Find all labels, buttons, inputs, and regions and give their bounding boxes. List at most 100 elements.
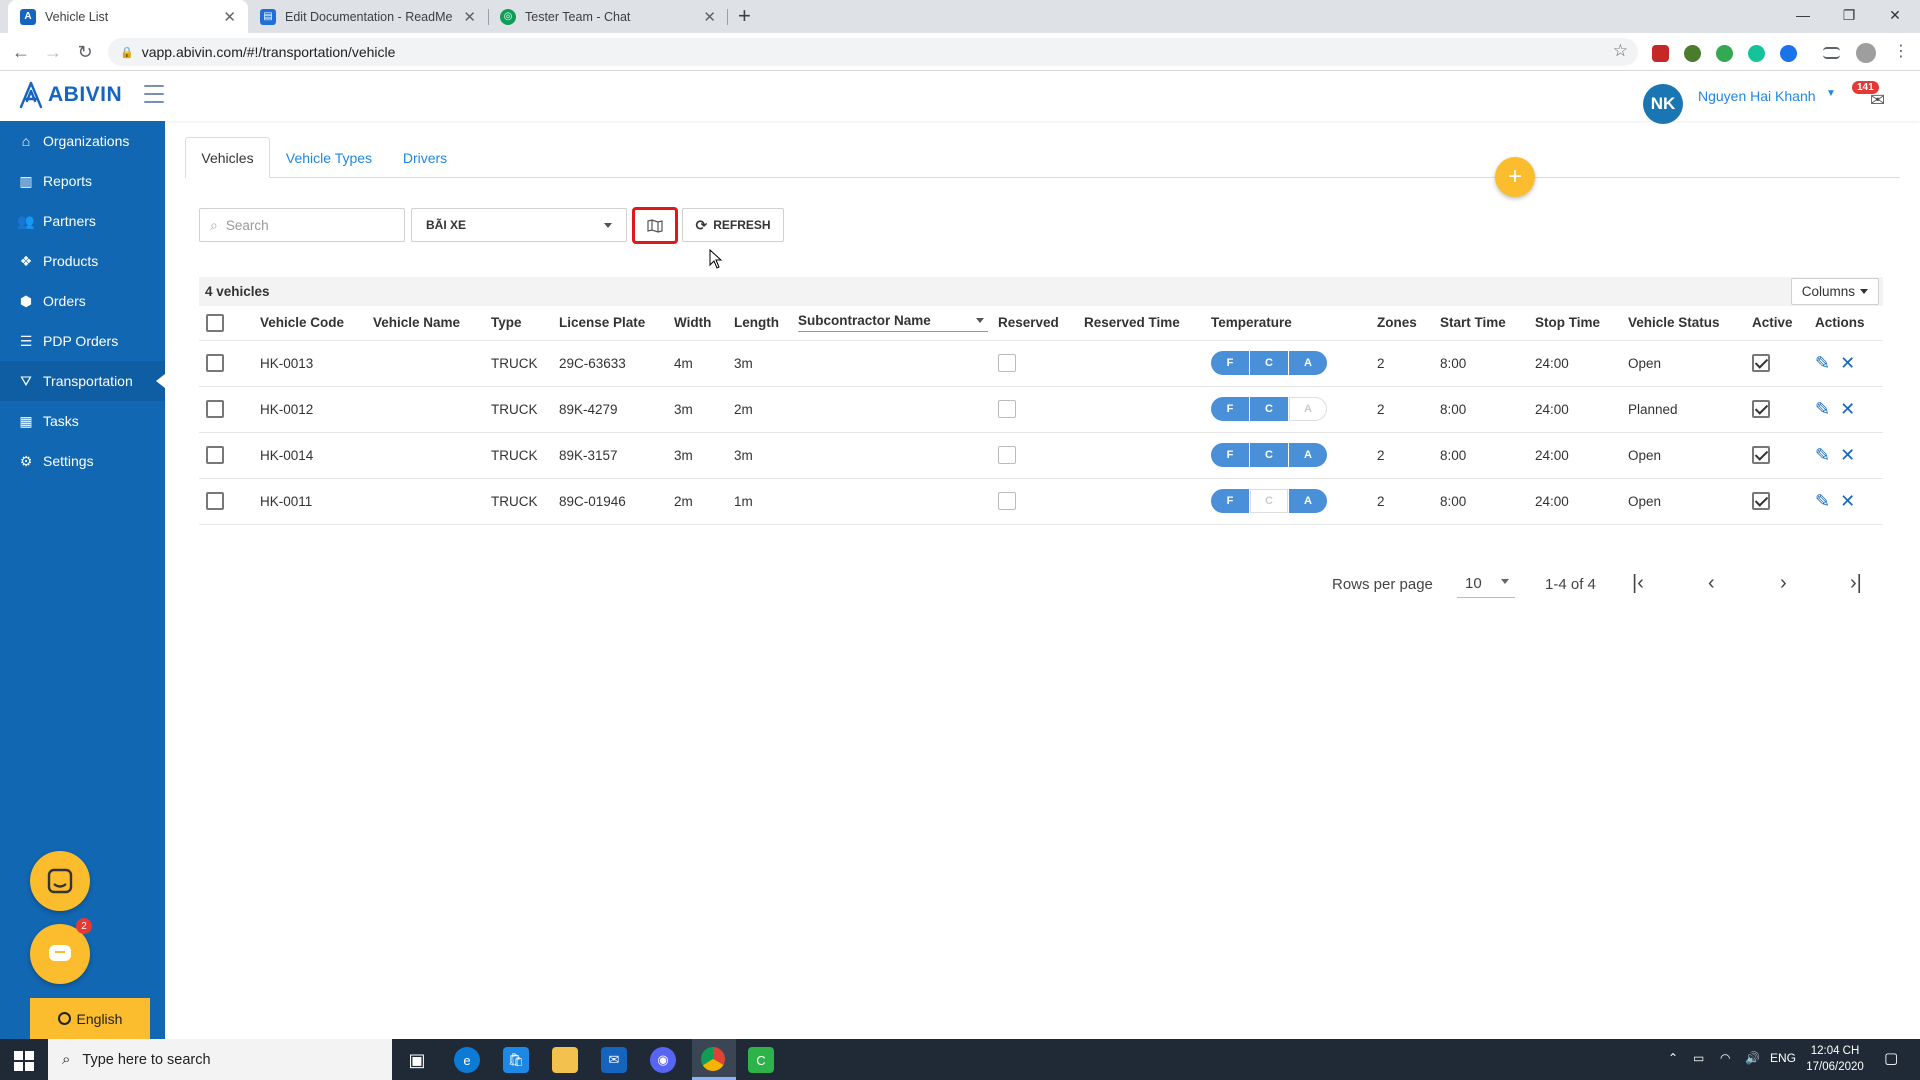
- sidebar-item-organizations[interactable]: ⌂ Organizations: [0, 121, 165, 161]
- media-icon[interactable]: [1823, 47, 1840, 59]
- menu-toggle-icon[interactable]: [144, 85, 164, 103]
- delete-icon[interactable]: ✕: [1840, 491, 1855, 512]
- reserved-checkbox[interactable]: [998, 446, 1016, 464]
- temperature-toggle[interactable]: A: [1289, 397, 1327, 421]
- header-vehicle-status[interactable]: Vehicle Status: [1628, 306, 1752, 341]
- profile-avatar-icon[interactable]: [1856, 43, 1876, 63]
- header-zones[interactable]: Zones: [1377, 306, 1440, 341]
- search-input[interactable]: [225, 217, 376, 233]
- app-icon[interactable]: C: [748, 1047, 774, 1073]
- reserved-checkbox[interactable]: [998, 354, 1016, 372]
- header-reserved[interactable]: Reserved: [998, 306, 1084, 341]
- edit-icon[interactable]: ✎: [1815, 399, 1830, 420]
- browser-tab-vehicle-list[interactable]: A Vehicle List ✕: [8, 0, 248, 33]
- header-width[interactable]: Width: [674, 306, 734, 341]
- input-language[interactable]: ENG: [1770, 1051, 1796, 1065]
- volume-icon[interactable]: 🔊: [1745, 1051, 1760, 1065]
- edit-icon[interactable]: ✎: [1815, 445, 1830, 466]
- header-start-time[interactable]: Start Time: [1440, 306, 1535, 341]
- restore-icon[interactable]: ❐: [1826, 0, 1872, 30]
- row-checkbox[interactable]: [206, 354, 224, 372]
- chevron-down-icon[interactable]: ▼: [1826, 88, 1836, 99]
- tab-vehicle-types[interactable]: Vehicle Types: [274, 137, 384, 178]
- row-checkbox[interactable]: [206, 400, 224, 418]
- forward-icon[interactable]: →: [40, 39, 66, 65]
- columns-button[interactable]: Columns: [1790, 278, 1879, 305]
- reload-icon[interactable]: ↻: [72, 39, 98, 65]
- system-clock[interactable]: 12:04 CH 17/06/2020: [1800, 1043, 1870, 1075]
- close-tab-icon[interactable]: ✕: [703, 8, 716, 26]
- sidebar-item-orders[interactable]: ⬢ Orders: [0, 281, 165, 321]
- task-view-icon[interactable]: ▣: [404, 1047, 430, 1073]
- reserved-checkbox[interactable]: [998, 400, 1016, 418]
- pdf-extension-icon[interactable]: [1652, 45, 1669, 62]
- active-checkbox[interactable]: [1752, 446, 1770, 464]
- browser-menu-icon[interactable]: ⋮: [1893, 41, 1910, 60]
- sidebar-item-products[interactable]: ❖ Products: [0, 241, 165, 281]
- search-field[interactable]: ⌕: [199, 208, 405, 242]
- abivin-logo[interactable]: ABIVIN: [18, 81, 122, 109]
- store-icon[interactable]: 🛍: [503, 1047, 529, 1073]
- temperature-toggle[interactable]: A: [1289, 489, 1327, 513]
- temperature-toggle[interactable]: F: [1211, 351, 1249, 375]
- active-checkbox[interactable]: [1752, 400, 1770, 418]
- sidebar-item-pdp-orders[interactable]: ☰ PDP Orders: [0, 321, 165, 361]
- delete-icon[interactable]: ✕: [1840, 353, 1855, 374]
- grammarly-icon[interactable]: [1748, 45, 1765, 62]
- header-vehicle-name[interactable]: Vehicle Name: [373, 306, 491, 341]
- battery-icon[interactable]: ▭: [1693, 1051, 1704, 1065]
- sidebar-item-tasks[interactable]: ▦ Tasks: [0, 401, 165, 441]
- close-tab-icon[interactable]: ✕: [463, 8, 476, 26]
- row-checkbox[interactable]: [206, 446, 224, 464]
- temperature-toggle[interactable]: C: [1250, 397, 1288, 421]
- file-explorer-icon[interactable]: [552, 1047, 578, 1073]
- new-tab-icon[interactable]: +: [738, 3, 751, 29]
- header-length[interactable]: Length: [734, 306, 798, 341]
- temperature-toggle[interactable]: C: [1250, 351, 1288, 375]
- reserved-checkbox[interactable]: [998, 492, 1016, 510]
- header-stop-time[interactable]: Stop Time: [1535, 306, 1628, 341]
- temperature-toggle[interactable]: F: [1211, 489, 1249, 513]
- rows-per-page-select[interactable]: 10: [1457, 570, 1515, 598]
- first-page-icon[interactable]: |‹: [1632, 572, 1644, 595]
- temperature-toggle[interactable]: F: [1211, 397, 1249, 421]
- browser-tab-readme[interactable]: ▤ Edit Documentation - ReadMe ✕: [248, 0, 488, 33]
- chrome-taskbar-button[interactable]: [692, 1039, 736, 1080]
- extension-icon[interactable]: [1780, 45, 1797, 62]
- support-chat-button[interactable]: [30, 851, 90, 911]
- taskbar-search[interactable]: ⌕ Type here to search: [48, 1039, 392, 1080]
- next-page-icon[interactable]: ›: [1780, 572, 1787, 595]
- active-checkbox[interactable]: [1752, 354, 1770, 372]
- select-all-checkbox[interactable]: [206, 313, 224, 332]
- edit-icon[interactable]: ✎: [1815, 491, 1830, 512]
- edit-icon[interactable]: ✎: [1815, 353, 1830, 374]
- active-checkbox[interactable]: [1752, 492, 1770, 510]
- header-vehicle-code[interactable]: Vehicle Code: [260, 306, 373, 341]
- back-icon[interactable]: ←: [8, 39, 34, 65]
- address-bar[interactable]: 🔒 vapp.abivin.com/#!/transportation/vehi…: [108, 38, 1638, 66]
- wifi-icon[interactable]: ◠: [1720, 1051, 1730, 1065]
- last-page-icon[interactable]: ›|: [1850, 572, 1862, 595]
- prev-page-icon[interactable]: ‹: [1708, 572, 1715, 595]
- extension-icon[interactable]: [1716, 45, 1733, 62]
- delete-icon[interactable]: ✕: [1840, 399, 1855, 420]
- minimize-icon[interactable]: —: [1780, 0, 1826, 30]
- windows-start-icon[interactable]: [11, 1048, 37, 1074]
- row-checkbox[interactable]: [206, 492, 224, 510]
- tray-expand-icon[interactable]: ⌃: [1668, 1051, 1678, 1065]
- map-view-button[interactable]: [632, 207, 678, 244]
- sidebar-item-reports[interactable]: ▥ Reports: [0, 161, 165, 201]
- discord-icon[interactable]: ◉: [650, 1047, 676, 1073]
- temperature-toggle[interactable]: F: [1211, 443, 1249, 467]
- sidebar-item-transportation[interactable]: ⛛ Transportation: [0, 361, 165, 401]
- tab-vehicles[interactable]: Vehicles: [185, 137, 270, 178]
- tab-drivers[interactable]: Drivers: [385, 137, 465, 178]
- depot-select[interactable]: BÃI XE: [411, 208, 627, 242]
- header-reserved-time[interactable]: Reserved Time: [1084, 306, 1211, 341]
- mail-app-icon[interactable]: ✉: [601, 1047, 627, 1073]
- bookmark-star-icon[interactable]: ☆: [1613, 41, 1628, 61]
- header-type[interactable]: Type: [491, 306, 559, 341]
- refresh-button[interactable]: ⟳ REFRESH: [682, 208, 784, 242]
- language-button[interactable]: English: [30, 998, 150, 1039]
- close-tab-icon[interactable]: ✕: [223, 8, 236, 26]
